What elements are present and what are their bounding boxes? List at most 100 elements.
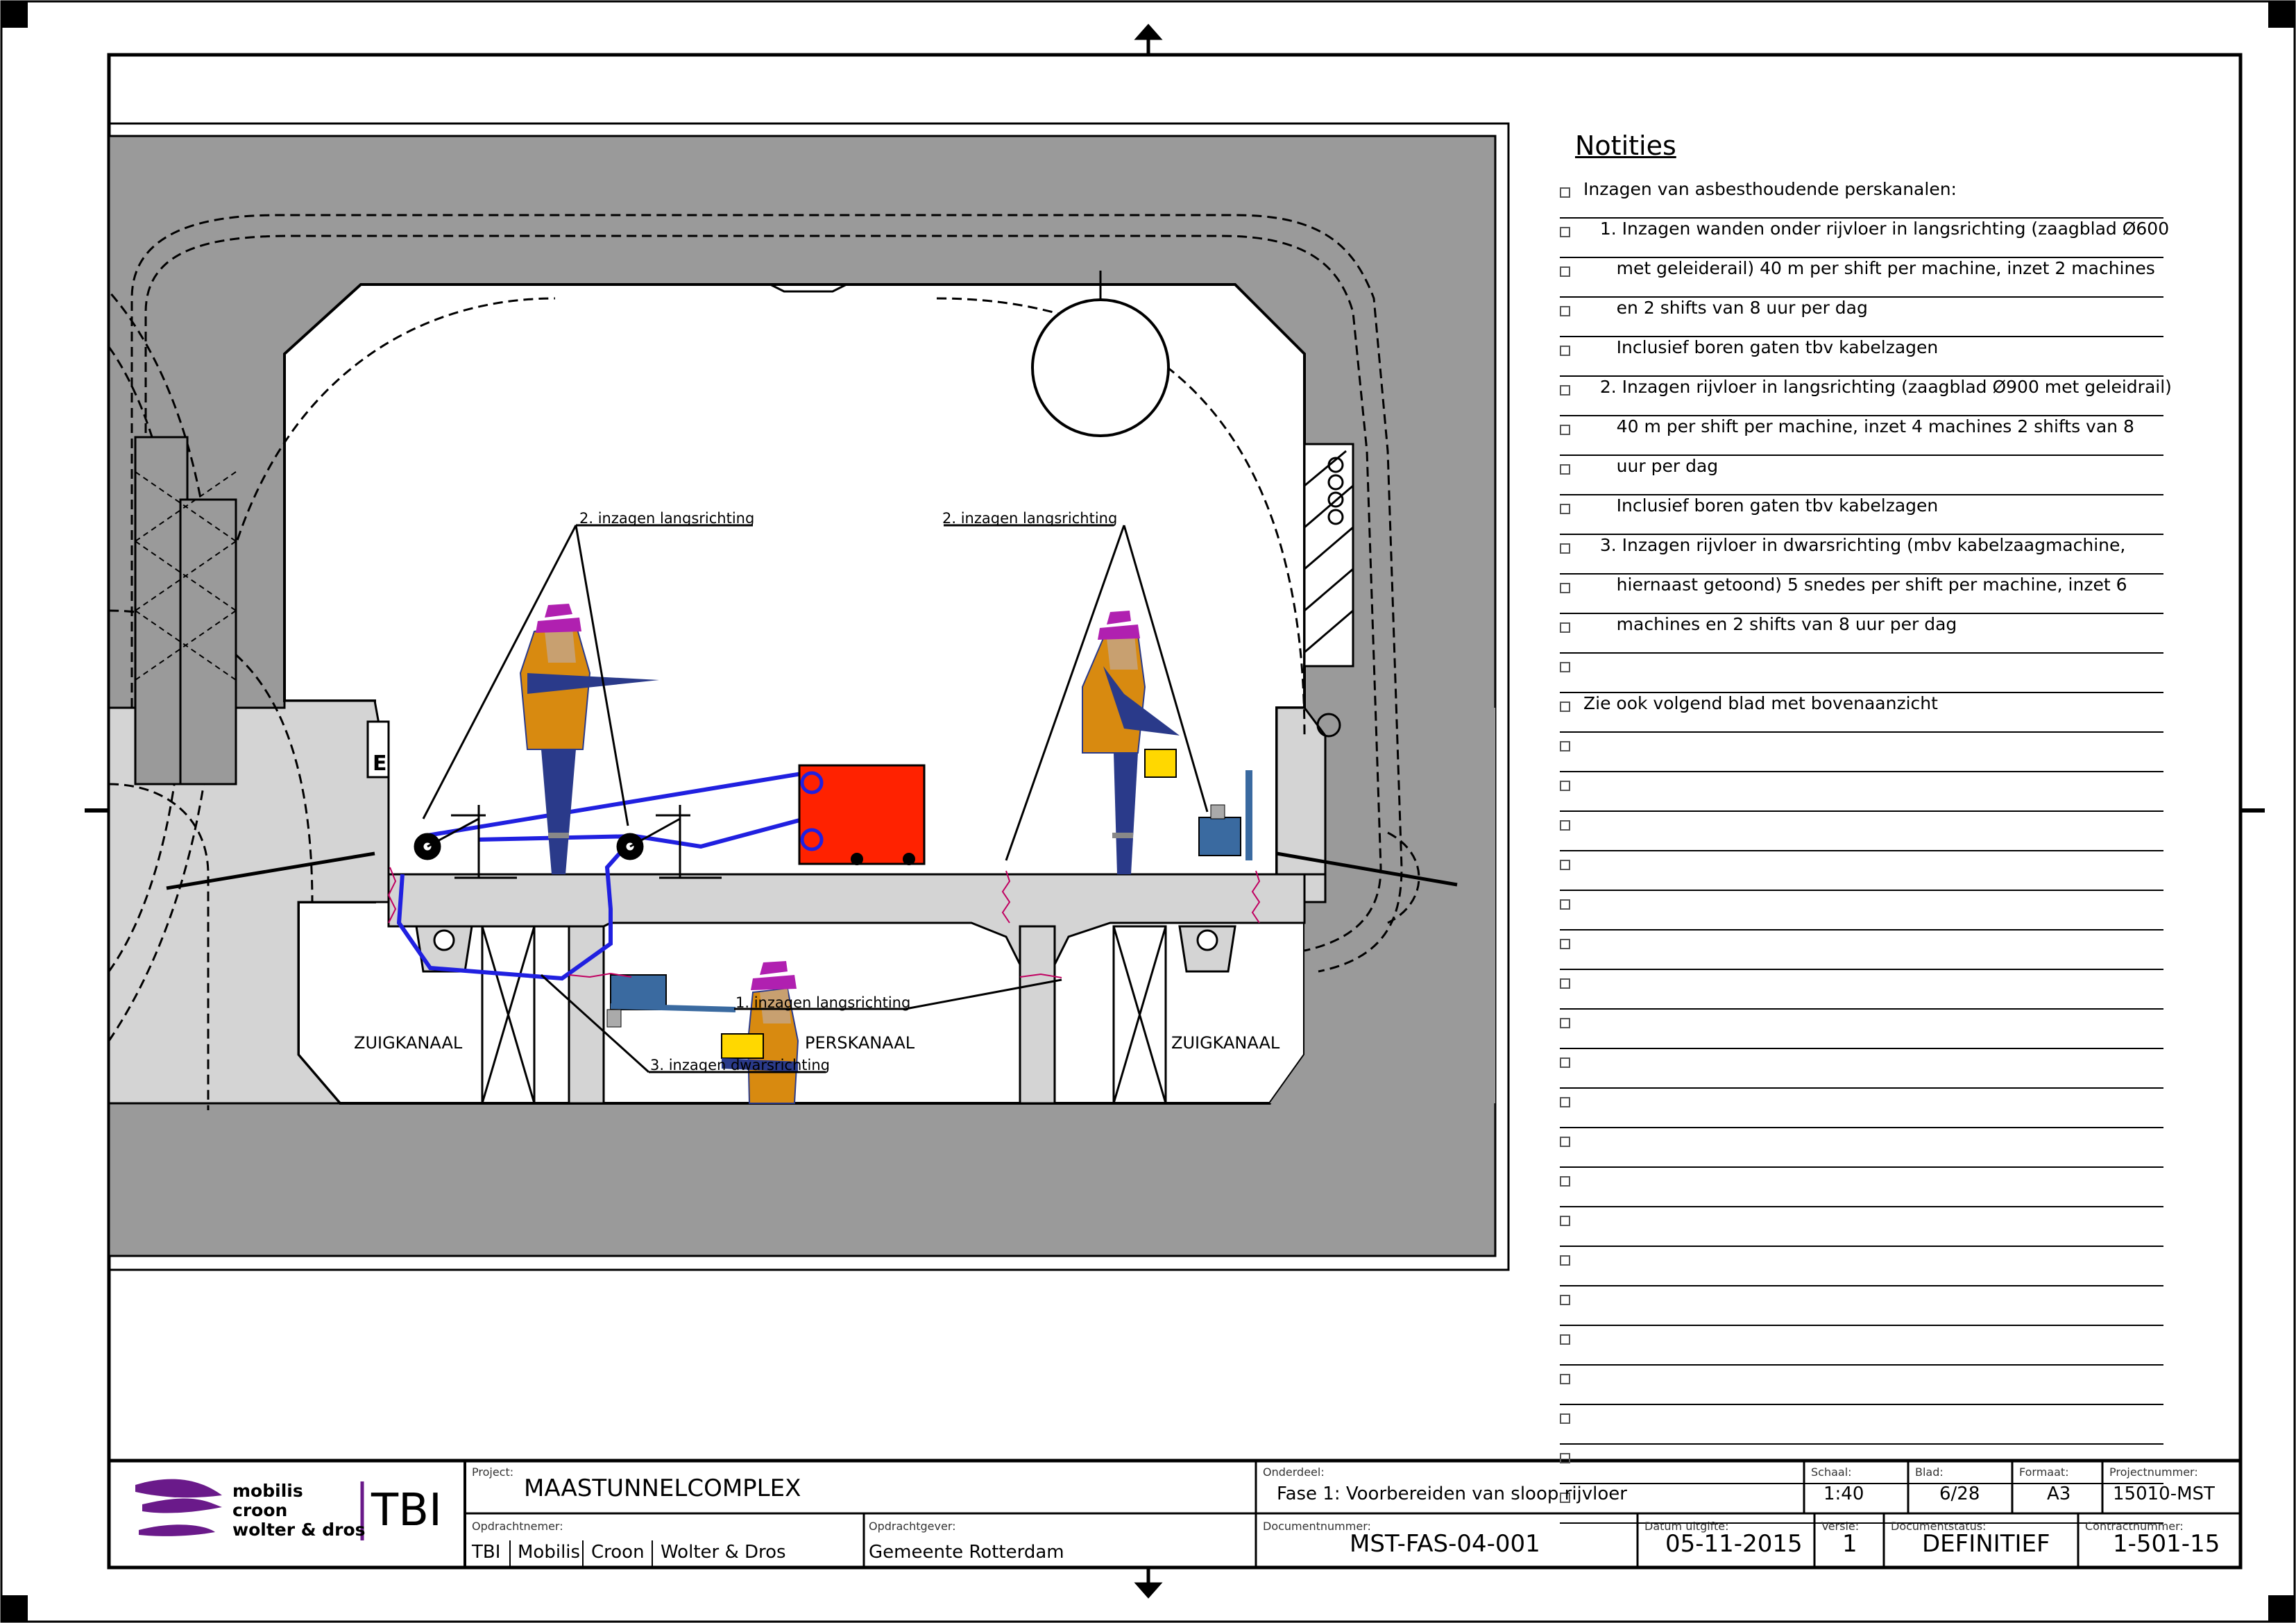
note-row — [1560, 1405, 2163, 1445]
projectnummer-label: Projectnummer: — [2109, 1465, 2198, 1479]
checkbox-icon[interactable] — [1560, 978, 1570, 989]
projectnummer-value: 15010-MST — [2113, 1484, 2215, 1504]
checkbox-icon[interactable] — [1560, 662, 1570, 672]
note-text: Zie ook volgend blad met bovenaanzicht — [1583, 693, 1938, 713]
project-label: Project: — [472, 1465, 514, 1479]
opdrachtnemer-mobilis: Mobilis — [518, 1542, 581, 1563]
note-row: 2. Inzagen rijvloer in langsrichting (za… — [1560, 377, 2172, 416]
checkbox-icon[interactable] — [1560, 187, 1570, 198]
checkbox-icon[interactable] — [1560, 1374, 1570, 1384]
note-row — [1560, 772, 2163, 812]
checkbox-icon[interactable] — [1560, 741, 1570, 751]
notes-title: Notities — [1575, 130, 1676, 161]
note-row: Inzagen van asbesthoudende perskanalen: — [1560, 179, 2163, 219]
note-row — [1560, 970, 2163, 1010]
note-row — [1560, 1049, 2163, 1089]
tunnel-cross-section: E — [108, 214, 1495, 1110]
checkbox-icon[interactable] — [1560, 820, 1570, 831]
checkbox-icon[interactable] — [1560, 1255, 1570, 1266]
note-row — [1560, 1247, 2163, 1286]
logo-tbi: TBI — [371, 1485, 442, 1536]
note-row — [1560, 1168, 2163, 1207]
checkbox-icon[interactable] — [1560, 1216, 1570, 1226]
checkbox-icon[interactable] — [1560, 266, 1570, 277]
onderdeel-label: Onderdeel: — [1263, 1465, 1325, 1479]
note-text: met geleiderail) 40 m per shift per mach… — [1583, 258, 2155, 278]
checkbox-icon[interactable] — [1560, 1176, 1570, 1187]
note-row — [1560, 1286, 2163, 1326]
checkbox-icon[interactable] — [1560, 1413, 1570, 1424]
note-text: en 2 shifts van 8 uur per dag — [1583, 298, 1868, 318]
logo-line-wolter: wolter & dros — [232, 1520, 366, 1540]
checkbox-icon[interactable] — [1560, 622, 1570, 633]
note-row — [1560, 1128, 2163, 1168]
schaal-label: Schaal: — [1811, 1465, 1852, 1479]
label-perskanaal: PERSKANAAL — [805, 1033, 915, 1053]
note-text: 3. Inzagen rijvloer in dwarsrichting (mb… — [1583, 535, 2126, 555]
note-row: hiernaast getoond) 5 snedes per shift pe… — [1560, 575, 2163, 614]
note-text: machines en 2 shifts van 8 uur per dag — [1583, 614, 1957, 634]
opdrachtnemer-wolter: Wolter & Dros — [661, 1542, 786, 1563]
checkbox-icon[interactable] — [1560, 1334, 1570, 1345]
datum-value: 05-11-2015 — [1665, 1530, 1803, 1558]
opdrachtgever-value: Gemeente Rotterdam — [869, 1542, 1064, 1563]
opdrachtnemer-tbi: TBI — [472, 1542, 501, 1563]
checkbox-icon[interactable] — [1560, 702, 1570, 712]
checkbox-icon[interactable] — [1560, 504, 1570, 514]
opdrachtgever-label: Opdrachtgever: — [869, 1520, 956, 1533]
note-row — [1560, 931, 2163, 970]
notes-list: Inzagen van asbesthoudende perskanalen: … — [1560, 179, 2172, 1524]
label-dwars: 3. inzagen dwarsrichting — [650, 1057, 830, 1073]
status-value: DEFINITIEF — [1922, 1530, 2050, 1558]
note-row: Zie ook volgend blad met bovenaanzicht — [1560, 693, 2163, 733]
note-text: 1. Inzagen wanden onder rijvloer in lang… — [1583, 219, 2170, 239]
documentnummer-value: MST-FAS-04-001 — [1350, 1530, 1540, 1558]
note-row — [1560, 1207, 2163, 1247]
checkbox-icon[interactable] — [1560, 939, 1570, 949]
checkbox-icon[interactable] — [1560, 227, 1570, 237]
checkbox-icon[interactable] — [1560, 385, 1570, 396]
note-text: Inzagen van asbesthoudende perskanalen: — [1583, 179, 1957, 199]
cable-saw-machine — [798, 764, 926, 865]
svg-text:E: E — [373, 751, 387, 776]
note-row — [1560, 812, 2163, 851]
note-row: 40 m per shift per machine, inzet 4 mach… — [1560, 416, 2163, 456]
formaat-label: Formaat: — [2019, 1465, 2069, 1479]
checkbox-icon[interactable] — [1560, 1018, 1570, 1028]
note-row — [1560, 1010, 2163, 1049]
note-row — [1560, 891, 2163, 931]
note-row: 3. Inzagen rijvloer in dwarsrichting (mb… — [1560, 535, 2163, 575]
logo-line-mobilis: mobilis — [232, 1481, 303, 1501]
note-text: hiernaast getoond) 5 snedes per shift pe… — [1583, 575, 2127, 595]
checkbox-icon[interactable] — [1560, 1453, 1570, 1463]
note-row: met geleiderail) 40 m per shift per mach… — [1560, 258, 2163, 298]
onderdeel-value: Fase 1: Voorbereiden van sloop rijvloer — [1277, 1484, 1627, 1504]
checkbox-icon[interactable] — [1560, 1057, 1570, 1068]
label-zuigkanaal-left: ZUIGKANAAL — [354, 1033, 463, 1053]
checkbox-icon[interactable] — [1560, 1137, 1570, 1147]
checkbox-icon[interactable] — [1560, 425, 1570, 435]
checkbox-icon[interactable] — [1560, 464, 1570, 475]
note-row: Inclusief boren gaten tbv kabelzagen — [1560, 337, 2163, 377]
note-row: machines en 2 shifts van 8 uur per dag — [1560, 614, 2163, 654]
note-row: en 2 shifts van 8 uur per dag — [1560, 298, 2163, 337]
logo-line-croon: croon — [232, 1500, 288, 1520]
label-langs-bottom: 1. inzagen langsrichting — [735, 994, 910, 1011]
checkbox-icon[interactable] — [1560, 781, 1570, 791]
project-name: MAASTUNNELCOMPLEX — [524, 1475, 801, 1502]
contract-value: 1-501-15 — [2113, 1530, 2220, 1558]
checkbox-icon[interactable] — [1560, 346, 1570, 356]
note-row — [1560, 851, 2163, 891]
checkbox-icon[interactable] — [1560, 860, 1570, 870]
note-row: uur per dag — [1560, 456, 2163, 495]
checkbox-icon[interactable] — [1560, 899, 1570, 910]
checkbox-icon[interactable] — [1560, 583, 1570, 593]
blad-label: Blad: — [1915, 1465, 1944, 1479]
checkbox-icon[interactable] — [1560, 1295, 1570, 1305]
checkbox-icon[interactable] — [1560, 1097, 1570, 1107]
opdrachtnemer-label: Opdrachtnemer: — [472, 1520, 563, 1533]
checkbox-icon[interactable] — [1560, 543, 1570, 554]
checkbox-icon[interactable] — [1560, 306, 1570, 316]
note-row — [1560, 654, 2163, 693]
opdrachtnemer-croon: Croon — [591, 1542, 645, 1563]
